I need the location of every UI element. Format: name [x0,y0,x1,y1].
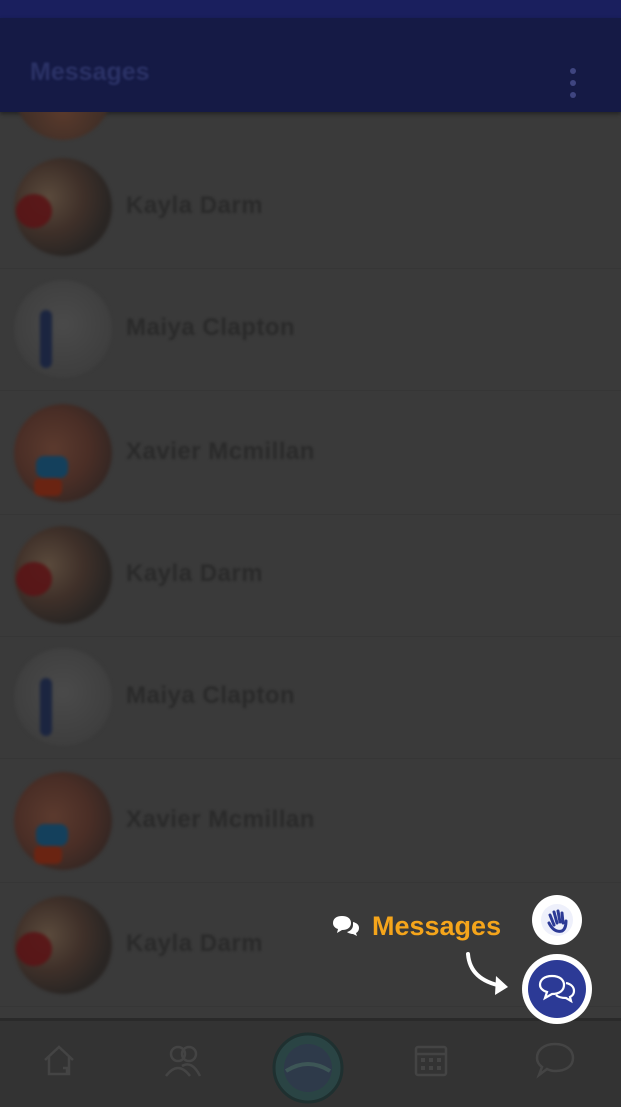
contact-name: Kayla Darm [126,930,264,957]
pointer-arrow [462,950,522,1002]
avatar [14,896,112,994]
list-item[interactable]: Xavier Mcmillan [0,760,621,883]
calendar-icon[interactable] [406,1035,456,1085]
messages-fab[interactable] [522,954,592,1024]
app-bar: Messages [0,18,621,112]
status-bar [0,0,621,18]
fab-inner [528,960,586,1018]
list-item[interactable]: Maiya Clapton [0,268,621,391]
list-item[interactable]: Xavier Mcmillan [0,392,621,515]
wave-button[interactable] [532,895,582,945]
list-item[interactable]: Kayla Darm [0,514,621,637]
chat-bubbles-icon [333,916,359,936]
avatar [14,404,112,502]
team-logo[interactable] [271,1031,345,1105]
avatar [14,112,112,140]
hand-icon [541,904,573,936]
avatar [14,526,112,624]
messages-tooltip: Messages [332,908,501,944]
avatar [14,280,112,378]
avatar [14,158,112,256]
avatar [14,648,112,746]
contact-name: Kayla Darm [126,560,264,587]
contact-name: Maiya Clapton [126,682,296,709]
tooltip-label: Messages [372,910,502,941]
contact-name: Maiya Clapton [126,314,296,341]
bottom-nav [0,1018,621,1107]
more-vertical-icon[interactable] [569,68,577,98]
contact-name: Xavier Mcmillan [126,806,315,833]
contact-name: Kayla Darm [126,192,264,219]
people-icon[interactable] [158,1035,208,1085]
home-icon[interactable] [34,1035,84,1085]
chat-bubbles-icon [538,974,576,1004]
avatar [14,772,112,870]
contact-list[interactable]: Kayla Darm Maiya Clapton Xavier Mcmillan… [0,112,621,1020]
list-item[interactable]: Kayla Darm [0,146,621,269]
page-title: Messages [30,58,150,86]
contact-name: Xavier Mcmillan [126,438,315,465]
chat-icon[interactable] [530,1035,580,1085]
list-item[interactable]: Maiya Clapton [0,636,621,759]
